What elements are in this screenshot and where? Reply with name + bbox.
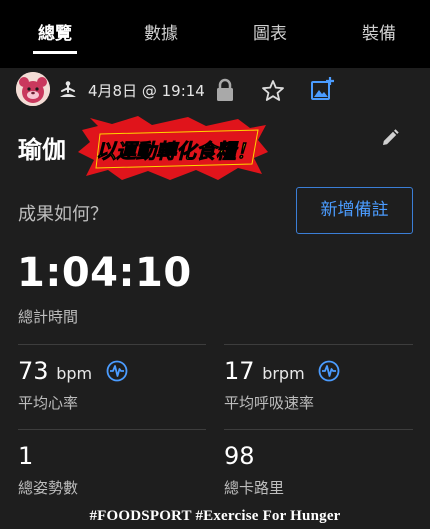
avatar[interactable] [16, 72, 50, 106]
divider [224, 344, 413, 345]
banner-text: 以運動轉化食糧！ [96, 139, 256, 163]
avg-respiration-value: 17 [224, 357, 255, 385]
tab-gear-label: 裝備 [362, 24, 396, 44]
tab-data[interactable]: 數據 [116, 0, 206, 68]
outcome-prompt: 成果如何？ [18, 204, 108, 225]
total-time-value: 1:04:10 [17, 250, 192, 296]
banner-sticker: 以運動轉化食糧！ [78, 116, 268, 182]
avg-respiration-unit: brpm [262, 364, 305, 383]
divider [18, 429, 206, 430]
avg-heart-rate: 73 bpm [18, 357, 128, 388]
avg-heart-rate-value: 73 [18, 357, 49, 385]
total-calories-value: 98 [224, 442, 255, 470]
tab-charts[interactable]: 圖表 [225, 0, 315, 68]
add-photo-icon[interactable] [309, 76, 335, 106]
total-time-label: 總計時間 [18, 308, 79, 326]
active-tab-indicator [33, 51, 77, 54]
avg-respiration-label: 平均呼吸速率 [224, 394, 315, 412]
respiration-wave-icon[interactable] [318, 360, 340, 388]
divider [224, 429, 413, 430]
tab-charts-label: 圖表 [253, 24, 287, 44]
total-calories-label: 總卡路里 [224, 479, 285, 497]
yoga-icon [58, 80, 78, 104]
activity-date-time: 4月8日 @ 19:14 [88, 82, 205, 100]
total-poses-value: 1 [18, 442, 34, 470]
tab-bar: 總覽 數據 圖表 裝備 [0, 0, 430, 68]
avg-heart-rate-unit: bpm [56, 364, 93, 383]
hashtag-footer: #FOODSPORT #Exercise For Hunger [89, 508, 341, 524]
edit-icon[interactable] [380, 128, 400, 152]
tab-gear[interactable]: 裝備 [334, 0, 424, 68]
star-icon[interactable] [261, 79, 285, 106]
divider [18, 344, 206, 345]
heart-rate-wave-icon[interactable] [106, 360, 128, 388]
activity-title: 瑜伽 [18, 136, 66, 164]
total-poses-label: 總姿勢數 [18, 479, 79, 497]
tab-data-label: 數據 [144, 24, 178, 44]
tab-overview-label: 總覽 [38, 24, 72, 44]
avg-heart-rate-label: 平均心率 [18, 394, 79, 412]
tab-overview[interactable]: 總覽 [10, 0, 100, 68]
lock-icon[interactable] [214, 78, 236, 106]
add-note-button[interactable]: 新增備註 [296, 187, 413, 234]
avg-respiration: 17 brpm [224, 357, 340, 388]
